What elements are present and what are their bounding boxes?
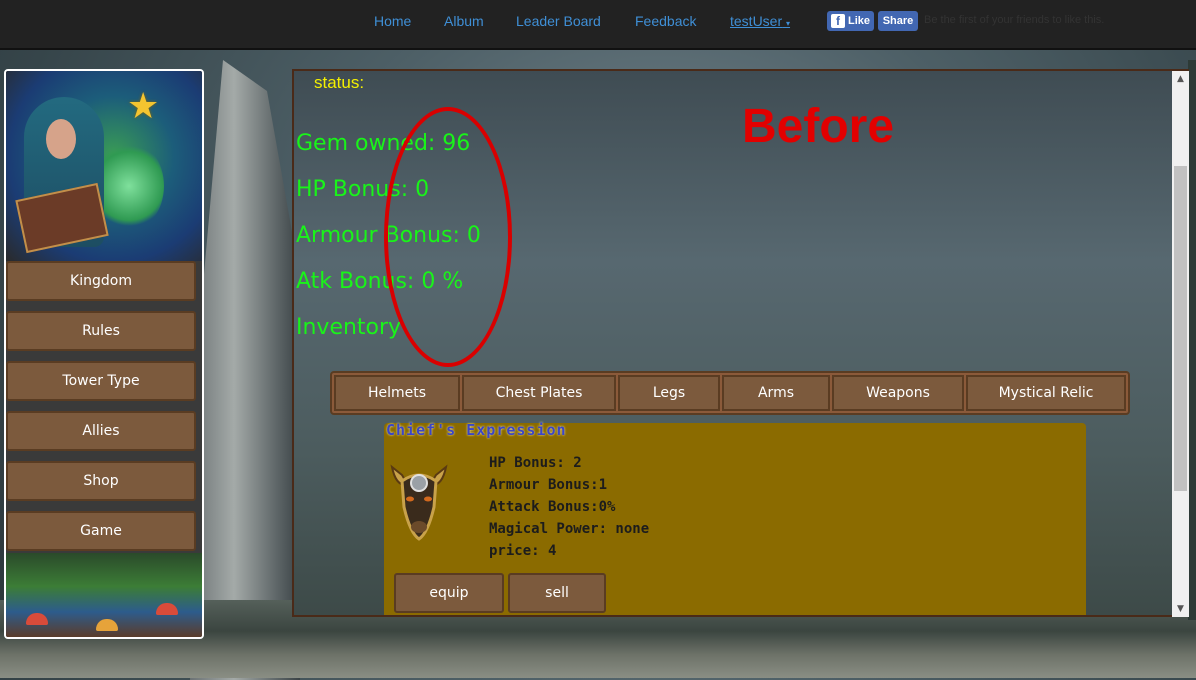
tab-mystical-relic[interactable]: Mystical Relic xyxy=(966,375,1126,411)
before-annotation: Before xyxy=(742,100,895,153)
fairy-forest-image xyxy=(6,553,202,637)
tab-arms[interactable]: Arms xyxy=(722,375,830,411)
sidebar: ★ Kingdom Rules Tower Type Allies Shop G… xyxy=(4,69,204,639)
inventory-tabs: Helmets Chest Plates Legs Arms Weapons M… xyxy=(330,371,1130,415)
nav-feedback-link[interactable]: Feedback xyxy=(635,13,696,29)
sidebar-item-tower-type[interactable]: Tower Type xyxy=(6,361,196,401)
item-hp-bonus: HP Bonus: 2 xyxy=(489,455,582,471)
sidebar-item-game[interactable]: Game xyxy=(6,511,196,551)
mushroom-decoration xyxy=(156,603,178,615)
facebook-like-label: Like xyxy=(848,15,871,27)
nav-leaderboard-link[interactable]: Leader Board xyxy=(516,13,601,29)
item-attack-bonus: Attack Bonus:0% xyxy=(489,499,616,515)
mushroom-decoration xyxy=(96,619,118,631)
nav-home-link[interactable]: Home xyxy=(374,13,411,29)
scroll-up-arrow-icon[interactable]: ▲ xyxy=(1172,71,1189,87)
mage-face xyxy=(46,119,76,159)
tab-legs[interactable]: Legs xyxy=(618,375,720,411)
facebook-share-button[interactable]: Share xyxy=(878,11,918,31)
user-menu-dropdown[interactable]: testUser ▾ xyxy=(730,13,790,29)
facebook-like-button[interactable]: f Like xyxy=(827,11,874,31)
sidebar-item-shop[interactable]: Shop xyxy=(6,461,196,501)
scroll-down-arrow-icon[interactable]: ▼ xyxy=(1172,601,1189,617)
mushroom-decoration xyxy=(26,613,48,625)
background-cliff xyxy=(190,60,300,680)
user-name: testUser xyxy=(730,13,783,29)
red-circle-annotation xyxy=(384,107,512,367)
top-navbar: Home Album Leader Board Feedback testUse… xyxy=(0,0,1196,50)
item-magical-power: Magical Power: none xyxy=(489,521,650,537)
mage-portrait: ★ xyxy=(6,71,202,261)
equip-button[interactable]: equip xyxy=(394,573,504,613)
tab-helmets[interactable]: Helmets xyxy=(334,375,460,411)
nav-album-link[interactable]: Album xyxy=(444,13,484,29)
caret-down-icon: ▾ xyxy=(786,19,791,28)
facebook-icon: f xyxy=(831,14,845,28)
sidebar-item-allies[interactable]: Allies xyxy=(6,411,196,451)
sidebar-item-kingdom[interactable]: Kingdom xyxy=(6,261,196,301)
main-panel: status: Before Gem owned: 96 HP Bonus: 0… xyxy=(292,69,1189,617)
panel-scrollbar[interactable]: ▲ ▼ xyxy=(1172,71,1189,617)
sidebar-item-rules[interactable]: Rules xyxy=(6,311,196,351)
sell-button[interactable]: sell xyxy=(508,573,606,613)
item-card: Chief's Expression HP Bonus: 2 Armour Bo… xyxy=(384,421,1086,615)
tab-weapons[interactable]: Weapons xyxy=(832,375,964,411)
item-name: Chief's Expression xyxy=(386,421,567,439)
item-price: price: 4 xyxy=(489,543,557,559)
tab-chest-plates[interactable]: Chest Plates xyxy=(462,375,616,411)
facebook-like-text: Be the first of your friends to like thi… xyxy=(924,14,1105,26)
status-label: status: xyxy=(314,73,365,92)
background-edge xyxy=(1188,60,1196,620)
inventory-heading: Inventory xyxy=(296,315,402,340)
bull-helmet-icon xyxy=(390,464,448,541)
scroll-thumb[interactable] xyxy=(1174,166,1187,491)
star-icon: ★ xyxy=(127,86,160,127)
item-armour-bonus: Armour Bonus:1 xyxy=(489,477,608,493)
